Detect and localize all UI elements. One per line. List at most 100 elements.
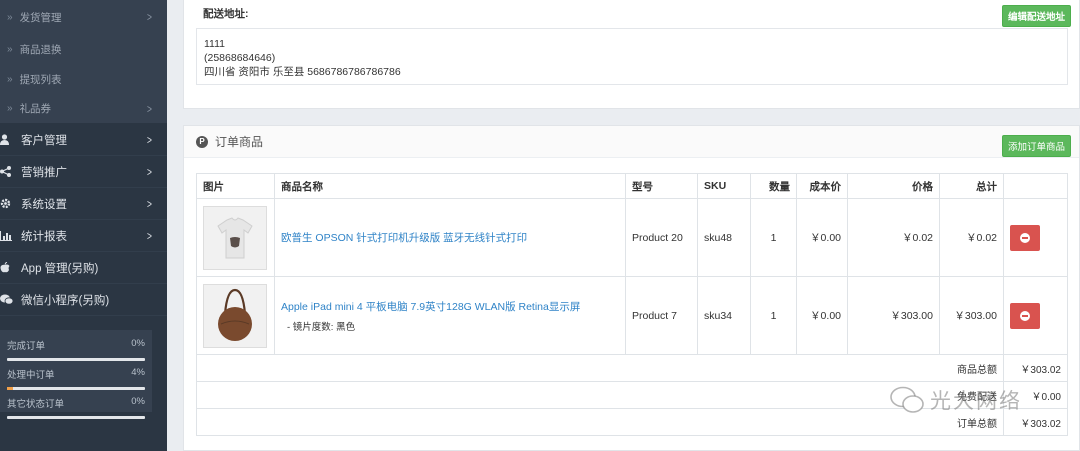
double-chevron-icon: »: [7, 103, 13, 114]
sidebar-item-withdrawals[interactable]: » 提现列表: [0, 64, 167, 94]
edit-address-button[interactable]: 编辑配送地址: [1001, 5, 1071, 27]
sidebar-item-miniprogram[interactable]: 微信小程序(另购): [0, 284, 167, 316]
chevron-right-icon: >: [147, 228, 152, 243]
sidebar-item-label: 营销推广: [21, 166, 67, 179]
progress-bar: [7, 416, 145, 419]
product-total: ￥0.02: [939, 198, 1004, 277]
table-row: Apple iPad mini 4 平板电脑 7.9英寸128G WLAN版 R…: [196, 276, 1068, 355]
product-total: ￥303.00: [939, 276, 1004, 355]
sidebar-item-label: App 管理(另购): [21, 262, 99, 275]
summary-row-subtotal: 商品总额 ￥303.02: [196, 354, 1068, 382]
product-image[interactable]: [203, 205, 267, 270]
main-content: 配送地址: 编辑配送地址 1111 (25868684646) 四川省 资阳市 …: [167, 0, 1080, 451]
sidebar-item-giftcards[interactable]: » 礼品券 >: [0, 94, 167, 124]
stat-other: 其它状态订单 0%: [7, 396, 145, 419]
share-icon: [0, 166, 14, 178]
minus-circle-icon: [1020, 232, 1030, 243]
product-qty: 1: [750, 276, 797, 355]
sidebar-item-reports[interactable]: 统计报表 >: [0, 220, 167, 252]
wechat-icon: [0, 294, 14, 306]
tshirt-image: [217, 216, 253, 258]
product-sku: sku34: [697, 276, 751, 355]
summary-label: 免费配送: [196, 381, 1004, 409]
col-cost: 成本价: [796, 173, 848, 199]
progress-fill: [7, 387, 13, 390]
actions-cell: [1003, 276, 1068, 355]
progress-bar: [7, 387, 145, 390]
sidebar-item-label: 微信小程序(另购): [21, 294, 110, 307]
stat-label: 处理中订单: [7, 370, 55, 381]
summary-label: 订单总额: [196, 408, 1004, 436]
sidebar-item-label: 提现列表: [19, 73, 62, 86]
product-qty: 1: [750, 198, 797, 277]
sidebar-item-app[interactable]: App 管理(另购): [0, 252, 167, 284]
address-box: 1111 (25868684646) 四川省 资阳市 乐至县 568678678…: [196, 28, 1068, 85]
product-link[interactable]: Apple iPad mini 4 平板电脑 7.9英寸128G WLAN版 R…: [281, 299, 619, 314]
order-stats-panel: 完成订单 0% 处理中订单 4% 其它状态订单 0%: [0, 330, 152, 419]
remove-product-button[interactable]: [1010, 224, 1040, 251]
user-icon: [0, 134, 14, 146]
product-image[interactable]: [203, 283, 267, 348]
product-sku: sku48: [697, 198, 751, 277]
sidebar-item-customers[interactable]: 客户管理 >: [0, 124, 167, 156]
gear-icon: [0, 198, 14, 210]
panel-title: 订单商品: [215, 135, 264, 149]
double-chevron-icon: »: [7, 11, 13, 23]
sidebar-item-label: 客户管理: [21, 134, 67, 147]
sidebar-item-label: 系统设置: [21, 198, 67, 211]
sidebar-item-label: 发货管理: [19, 11, 62, 24]
watermark: 光大网络: [890, 385, 1022, 415]
product-name-cell: Apple iPad mini 4 平板电脑 7.9英寸128G WLAN版 R…: [274, 276, 626, 355]
chevron-right-icon: >: [147, 101, 152, 116]
double-chevron-icon: »: [7, 73, 13, 85]
table-header-row: 图片 商品名称 型号 SKU 数量 成本价 价格 总计: [196, 173, 1068, 199]
add-product-button[interactable]: 添加订单商品: [1001, 135, 1071, 157]
address-location: 四川省 资阳市 乐至县 5686786786786786: [204, 66, 401, 78]
product-price: ￥0.02: [847, 198, 940, 277]
watermark-text: 光大网络: [930, 390, 1022, 413]
chevron-right-icon: >: [147, 196, 152, 211]
product-price: ￥303.00: [847, 276, 940, 355]
sidebar-item-settings[interactable]: 系统设置 >: [0, 188, 167, 220]
chevron-right-icon: >: [147, 164, 152, 179]
product-link[interactable]: 欧普生 OPSON 针式打印机升级版 蓝牙无线针式打印: [281, 232, 527, 244]
actions-cell: [1003, 198, 1068, 277]
bag-image: [218, 288, 252, 341]
stat-completed: 完成订单 0%: [7, 338, 145, 361]
col-actions: [1003, 173, 1068, 199]
stat-value: 4%: [131, 367, 145, 378]
apple-icon: [0, 262, 14, 274]
sidebar-item-label: 商品退换: [19, 43, 62, 56]
col-image: 图片: [196, 173, 275, 199]
bar-chart-icon: [0, 230, 14, 242]
address-name: 1111: [204, 38, 226, 50]
address-title: 配送地址:: [203, 8, 249, 20]
chevron-right-icon: >: [147, 10, 152, 24]
product-option: - 镜片度数: 黑色: [287, 321, 356, 333]
sidebar-item-marketing[interactable]: 营销推广 >: [0, 156, 167, 188]
remove-product-button[interactable]: [1010, 302, 1040, 329]
product-model: Product 7: [625, 276, 698, 355]
product-icon: P: [196, 135, 208, 148]
col-model: 型号: [625, 173, 698, 199]
stat-processing: 处理中订单 4%: [7, 367, 145, 390]
summary-value: ￥303.02: [1003, 354, 1068, 382]
product-image-cell: [196, 198, 275, 277]
col-qty: 数量: [750, 173, 797, 199]
product-model: Product 20: [625, 198, 698, 277]
col-total: 总计: [939, 173, 1004, 199]
sidebar-item-shipping[interactable]: » 发货管理 >: [0, 0, 167, 34]
sidebar: » 发货管理 > » 商品退换 » 提现列表 » 礼品券 > 客户管理 > 营销…: [0, 0, 167, 451]
product-name-cell: 欧普生 OPSON 针式打印机升级版 蓝牙无线针式打印: [274, 198, 626, 277]
stat-value: 0%: [131, 338, 145, 349]
minus-circle-icon: [1020, 310, 1030, 321]
product-cost: ￥0.00: [796, 276, 848, 355]
table-row: 欧普生 OPSON 针式打印机升级版 蓝牙无线针式打印 Product 20 s…: [196, 198, 1068, 277]
summary-label: 商品总额: [196, 354, 1004, 382]
col-name: 商品名称: [274, 173, 626, 199]
address-phone: (25868684646): [204, 52, 276, 64]
sidebar-item-returns[interactable]: » 商品退换: [0, 34, 167, 64]
stat-label: 其它状态订单: [7, 399, 65, 410]
shipping-address-panel: 配送地址: 编辑配送地址 1111 (25868684646) 四川省 资阳市 …: [183, 0, 1080, 109]
stat-label: 完成订单: [7, 341, 46, 352]
